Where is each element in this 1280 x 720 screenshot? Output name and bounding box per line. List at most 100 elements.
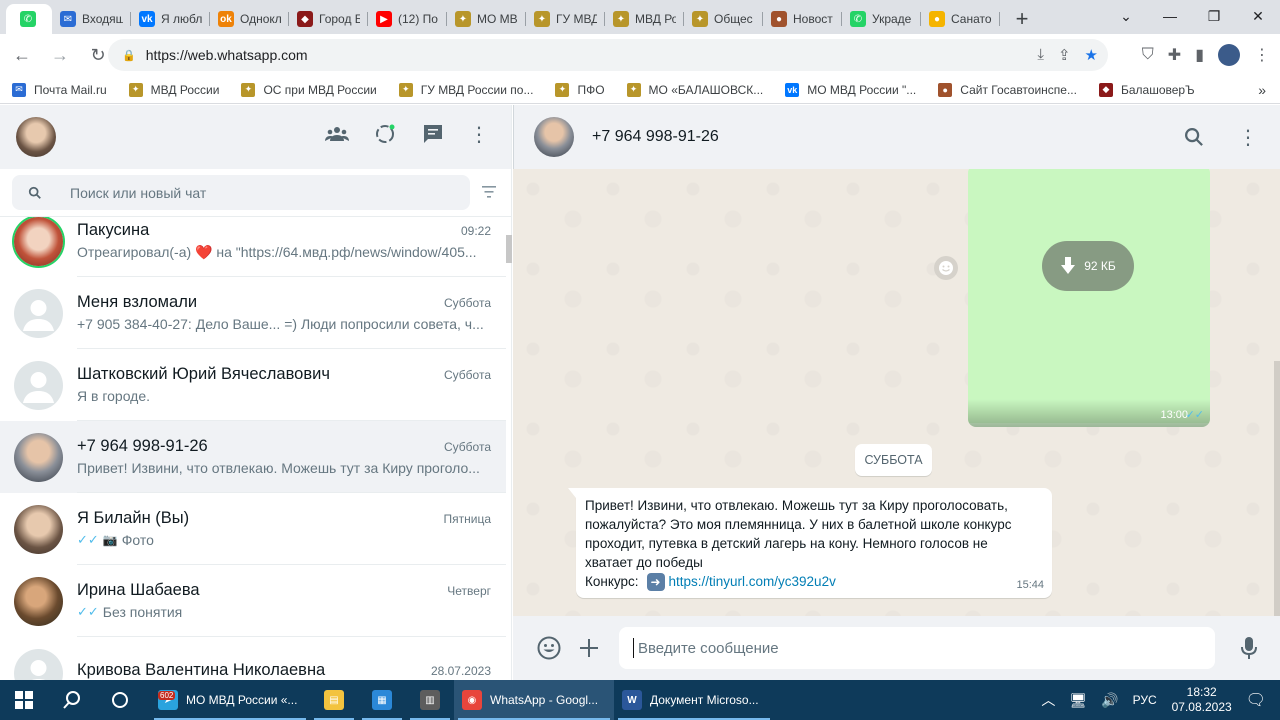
chat-list-item[interactable]: Пакусина 09:22 Отреагировал(-а) ❤️ на "htt… [0, 217, 506, 277]
tab-search-icon[interactable]: ⌄ [1104, 0, 1148, 32]
browser-tab[interactable]: ✆ Украде [842, 4, 921, 34]
chat-avatar[interactable] [14, 576, 63, 626]
new-tab-button[interactable]: + [1008, 5, 1036, 33]
browser-tab[interactable]: vk Я любл [131, 4, 210, 34]
conversation-menu-icon[interactable]: ⋮ [1238, 125, 1258, 150]
status-icon[interactable] [373, 122, 397, 152]
bookmark-item[interactable]: ✉ Почта Mail.ru [12, 82, 107, 97]
message-area: 92 КБ 13:00 ✓✓ СУББОТА Привет! Извини, ч… [513, 169, 1280, 616]
bookmark-item[interactable]: ✦ МО «БАЛАШОВСК... [626, 82, 763, 97]
bookmark-item[interactable]: ✦ ГУ МВД России по... [398, 82, 533, 97]
conversation-header[interactable]: +7 964 998-91-26 ⋮ [513, 105, 1280, 169]
bookmark-item[interactable]: ◆ БалашоверЪ [1098, 82, 1195, 97]
browser-tab[interactable]: ▶ (12) По [368, 4, 447, 34]
chat-avatar[interactable] [14, 504, 63, 554]
taskbar-app[interactable]: ▦ [358, 680, 406, 720]
message-input[interactable]: Введите сообщение [619, 627, 1215, 669]
bookmark-star-icon[interactable]: ★ [1085, 46, 1098, 64]
notifications-icon[interactable]: 🗨 [1246, 690, 1266, 710]
taskbar-app[interactable]: W Документ Microso... [614, 680, 774, 720]
download-media-button[interactable]: 92 КБ [1042, 241, 1134, 291]
emoji-icon[interactable] [529, 635, 569, 661]
chat-list-item[interactable]: Меня взломали Суббота +7 905 384-40-27: Де… [0, 277, 506, 349]
bookmark-item[interactable]: ✦ ПФО [555, 82, 605, 97]
start-button[interactable] [0, 680, 48, 720]
chat-list-scrollbar[interactable] [506, 235, 512, 263]
tab-label: Новост [793, 12, 833, 26]
communities-icon[interactable] [325, 122, 349, 152]
lock-icon[interactable]: 🔒 [122, 49, 136, 62]
bookmarks-more-chevron-icon[interactable]: » [1258, 82, 1266, 98]
taskbar-app-label: МО МВД России «... [186, 693, 298, 707]
taskbar-app[interactable]: ▤ [310, 680, 358, 720]
browser-tab[interactable]: ◆ Город Б [289, 4, 368, 34]
profile-avatar-icon[interactable] [1218, 44, 1240, 66]
cortana-icon[interactable] [96, 680, 144, 720]
bookmark-item[interactable]: ✦ ОС при МВД России [241, 82, 377, 97]
browser-menu-icon[interactable]: ⋮ [1254, 45, 1270, 65]
browser-tab[interactable]: ✆ [6, 4, 52, 34]
chat-avatar[interactable] [14, 288, 63, 338]
restore-button[interactable]: ❐ [1192, 0, 1236, 32]
bookmark-item[interactable]: vk МО МВД России "... [785, 82, 916, 97]
chat-avatar[interactable] [14, 360, 63, 410]
chat-list-item[interactable]: Шатковский Юрий Вячеславович Суббота Я в г… [0, 349, 506, 421]
incoming-message[interactable]: Привет! Извини, что отвлекаю. Можешь тут… [568, 488, 1052, 598]
bookmark-label: БалашоверЪ [1120, 82, 1195, 97]
filter-icon[interactable] [481, 185, 497, 199]
chat-avatar[interactable] [14, 648, 63, 680]
attach-plus-icon[interactable] [569, 637, 609, 659]
address-bar: ← → ↻ 🔒 https://web.whatsapp.com ⤓ ⇪ ★ ⛉… [0, 34, 1280, 76]
clock[interactable]: 18:32 07.08.2023 [1172, 685, 1232, 715]
react-emoji-icon[interactable] [934, 256, 958, 280]
bookmark-item[interactable]: ✦ МВД России [128, 82, 219, 97]
bookmark-item[interactable]: ● Сайт Госавтоинспе... [938, 82, 1077, 97]
language-indicator[interactable]: РУС [1133, 693, 1157, 707]
back-button[interactable]: ← [6, 39, 38, 71]
volume-icon[interactable]: 🔊 [1101, 692, 1118, 709]
browser-tab[interactable]: ● Новост [763, 4, 842, 34]
browser-tab[interactable]: ok Однокл [210, 4, 289, 34]
contact-avatar[interactable] [534, 117, 574, 157]
browser-tab[interactable]: ✦ МО МВ [447, 4, 526, 34]
browser-tab[interactable]: ✦ МВД Ро [605, 4, 684, 34]
tray-chevron-up-icon[interactable]: ︿ [1041, 690, 1055, 710]
download-arrow-icon [1061, 257, 1076, 274]
microphone-icon[interactable] [1240, 636, 1258, 660]
shield-extension-icon[interactable]: ⛉ [1142, 46, 1154, 64]
close-window-button[interactable]: ✕ [1236, 0, 1280, 32]
browser-tab[interactable]: ✦ ГУ МВД [526, 4, 605, 34]
chat-list-item[interactable]: Ирина Шабаева Четверг ✓✓ Без понятия [0, 565, 506, 637]
network-icon[interactable]: 🖥 [1069, 692, 1087, 709]
side-panel-icon[interactable]: ▮ [1195, 45, 1204, 65]
forward-button[interactable]: → [44, 39, 76, 71]
install-app-icon[interactable]: ⤓ [1037, 46, 1044, 64]
taskbar-app[interactable]: ▥ [406, 680, 454, 720]
browser-tab[interactable]: ✦ Общес [684, 4, 763, 34]
chat-list-item[interactable]: Я Билайн (Вы) Пятница ✓✓ 📷 Фото [0, 493, 506, 565]
sidebar-menu-icon[interactable]: ⋮ [469, 122, 489, 152]
search-messages-icon[interactable] [1184, 127, 1204, 147]
chat-list-item[interactable]: +7 964 998-91-26 Суббота Привет! Извини, ч… [0, 421, 506, 493]
share-icon[interactable]: ⇪ [1058, 46, 1071, 64]
composer-bar: Введите сообщение [513, 616, 1280, 680]
message-link[interactable]: https://tinyurl.com/yc392u2v [669, 574, 836, 589]
outgoing-media-message[interactable]: 92 КБ 13:00 ✓✓ [968, 169, 1210, 427]
taskbar-app[interactable]: ◉ WhatsApp - Googl... [454, 680, 614, 720]
conversation-scrollbar[interactable] [1274, 361, 1280, 616]
chat-avatar[interactable] [14, 217, 63, 266]
taskbar-search-icon[interactable] [48, 680, 96, 720]
chat-list-item[interactable]: Кривова Валентина Николаевна 28.07.2023 [0, 637, 506, 680]
new-chat-icon[interactable] [421, 122, 445, 152]
extensions-puzzle-icon[interactable]: ✚ [1168, 45, 1181, 65]
browser-tab[interactable]: ● Санато [921, 4, 1000, 34]
chat-avatar[interactable] [14, 432, 63, 482]
minimize-button[interactable]: — [1148, 0, 1192, 32]
browser-tab[interactable]: ✉ Входящ [52, 4, 131, 34]
my-profile-avatar[interactable] [16, 117, 56, 157]
search-input[interactable]: Поиск или новый чат [12, 175, 470, 210]
mvd-icon: ✦ [626, 82, 641, 97]
url-omnibox[interactable]: 🔒 https://web.whatsapp.com ⤓ ⇪ ★ [108, 39, 1108, 71]
chat-time: 09:22 [460, 223, 491, 238]
taskbar-app[interactable]: ➤ 602 МО МВД России «... [150, 680, 310, 720]
